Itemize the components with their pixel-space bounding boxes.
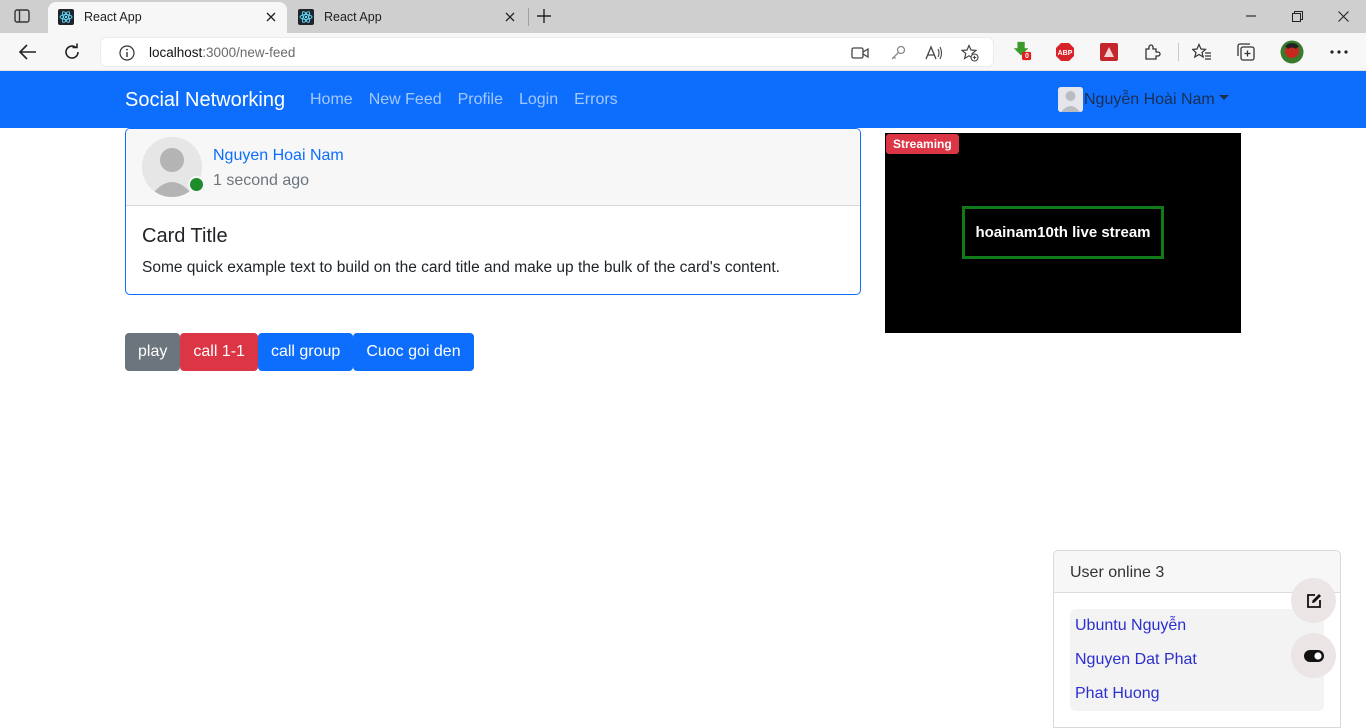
key-icon[interactable] bbox=[889, 44, 907, 62]
address-url: localhost:3000/new-feed bbox=[149, 45, 295, 60]
url-host: localhost bbox=[149, 45, 203, 60]
card-text: Some quick example text to build on the … bbox=[142, 259, 780, 276]
post-card: Nguyen Hoai Nam 1 second ago Card Title … bbox=[125, 128, 861, 295]
online-users-list: Ubuntu Nguyễn Nguyen Dat Phat Phat Huong bbox=[1070, 609, 1324, 711]
app-navbar: Social Networking Home New Feed Profile … bbox=[0, 71, 1366, 128]
react-icon bbox=[298, 9, 314, 25]
tab-title: React App bbox=[84, 10, 142, 24]
streaming-badge: Streaming bbox=[886, 134, 959, 154]
extension-puzzle-red-icon[interactable] bbox=[1099, 42, 1119, 62]
browser-tab-active[interactable]: React App bbox=[48, 2, 287, 33]
more-options-icon[interactable] bbox=[1329, 42, 1349, 62]
restore-icon[interactable] bbox=[1287, 6, 1307, 26]
online-user-item[interactable]: Phat Huong bbox=[1070, 677, 1324, 711]
adblock-icon[interactable]: ABP bbox=[1055, 42, 1075, 62]
nav-link-login[interactable]: Login bbox=[519, 91, 558, 109]
extension-badge: 0 bbox=[1025, 53, 1029, 60]
browser-toolbar: localhost:3000/new-feed 0 ABP bbox=[0, 33, 1366, 71]
tab-separator bbox=[528, 8, 529, 26]
user-name: Nguyễn Hoài Nam bbox=[1084, 90, 1215, 108]
tab-close-icon[interactable] bbox=[502, 9, 518, 25]
download-extension-icon[interactable]: 0 bbox=[1012, 41, 1032, 61]
profile-avatar-icon[interactable] bbox=[1280, 40, 1304, 64]
call-group-button[interactable]: call group bbox=[257, 333, 354, 371]
live-stream-player[interactable]: Streaming hoainam10th live stream bbox=[885, 133, 1241, 333]
dropdown-caret-icon bbox=[1218, 95, 1229, 100]
play-button[interactable]: play bbox=[125, 333, 181, 371]
online-status-dot bbox=[188, 176, 205, 193]
tab-title: React App bbox=[324, 10, 382, 24]
new-tab-icon[interactable] bbox=[534, 6, 554, 26]
nav-link-profile[interactable]: Profile bbox=[458, 91, 503, 109]
collections-icon[interactable] bbox=[1236, 42, 1256, 62]
call-one-to-one-button[interactable]: call 1-1 bbox=[180, 333, 258, 371]
tab-close-icon[interactable] bbox=[263, 9, 279, 25]
nav-link-errors[interactable]: Errors bbox=[574, 91, 618, 109]
browser-tab-strip: React App React App bbox=[0, 0, 1366, 33]
navbar-brand[interactable]: Social Networking bbox=[125, 89, 285, 112]
close-window-icon[interactable] bbox=[1333, 6, 1353, 26]
react-icon bbox=[58, 9, 74, 25]
site-info-icon[interactable] bbox=[118, 44, 136, 62]
nav-link-home[interactable]: Home bbox=[310, 91, 353, 109]
user-avatar-icon bbox=[1058, 87, 1083, 112]
post-timestamp: 1 second ago bbox=[213, 172, 310, 189]
post-author-link[interactable]: Nguyen Hoai Nam bbox=[213, 147, 344, 165]
action-button-group: play call 1-1 call group Cuoc goi den bbox=[125, 333, 474, 371]
incoming-call-button[interactable]: Cuoc goi den bbox=[353, 333, 474, 371]
stream-title: hoainam10th live stream bbox=[962, 206, 1164, 259]
toggle-icon[interactable] bbox=[1291, 633, 1336, 678]
browser-tab-inactive[interactable]: React App bbox=[288, 2, 526, 33]
nav-link-new-feed[interactable]: New Feed bbox=[369, 91, 442, 109]
url-path: :3000/new-feed bbox=[202, 45, 296, 60]
toolbar-divider bbox=[1178, 43, 1179, 61]
edit-icon[interactable] bbox=[1291, 578, 1336, 623]
favorites-icon[interactable] bbox=[1192, 42, 1212, 62]
svg-text:ABP: ABP bbox=[1058, 50, 1073, 57]
online-user-item[interactable]: Nguyen Dat Phat bbox=[1070, 643, 1324, 677]
read-aloud-icon[interactable] bbox=[925, 44, 943, 62]
extensions-icon[interactable] bbox=[1142, 42, 1162, 62]
minimize-icon[interactable] bbox=[1241, 6, 1261, 26]
card-title: Card Title bbox=[142, 225, 228, 247]
post-header: Nguyen Hoai Nam 1 second ago bbox=[126, 129, 860, 206]
online-user-item[interactable]: Ubuntu Nguyễn bbox=[1070, 609, 1324, 643]
address-bar[interactable]: localhost:3000/new-feed bbox=[100, 37, 994, 67]
add-favorite-icon[interactable] bbox=[961, 44, 979, 62]
user-dropdown[interactable]: Nguyễn Hoài Nam bbox=[1058, 87, 1229, 112]
back-icon[interactable] bbox=[17, 41, 39, 63]
online-users-title: User online 3 bbox=[1070, 564, 1165, 581]
reload-icon[interactable] bbox=[61, 41, 83, 63]
tab-actions-icon[interactable] bbox=[12, 7, 32, 25]
nav-links: Home New Feed Profile Login Errors bbox=[310, 91, 634, 109]
video-camera-icon[interactable] bbox=[851, 44, 869, 62]
